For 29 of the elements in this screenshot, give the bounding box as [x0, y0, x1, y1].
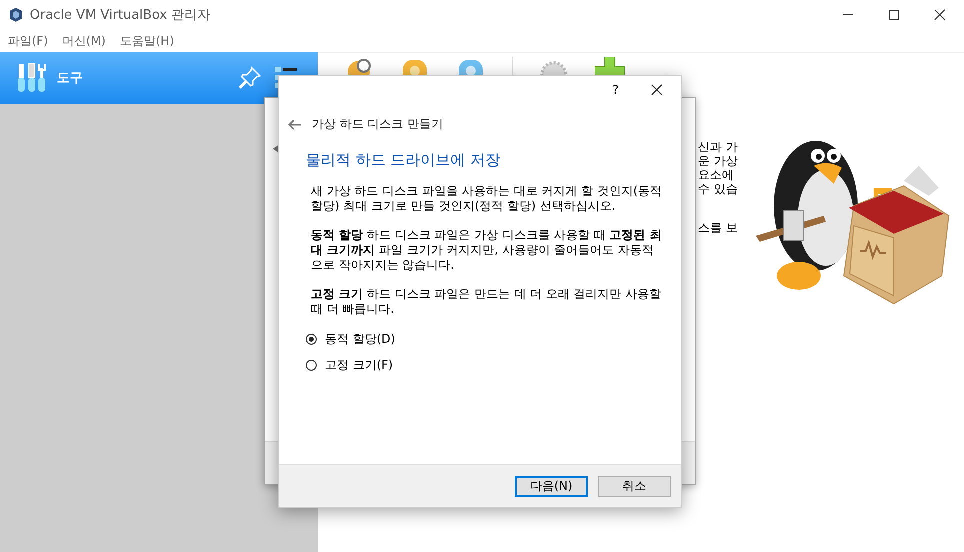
menu-item[interactable]: 파일(F) — [8, 32, 48, 50]
welcome-text: 스를 보 — [698, 221, 738, 235]
welcome-text: 수 있습 — [698, 182, 738, 196]
close-icon[interactable] — [651, 84, 663, 96]
sidebar-label: 도구 — [57, 70, 83, 87]
page-heading: 물리적 하드 드라이브에 저장 — [306, 151, 502, 170]
welcome-text: 요소에 — [698, 168, 735, 182]
radio-label[interactable]: 동적 할당(D) — [325, 331, 396, 348]
welcome-text: 운 가상 — [698, 154, 738, 168]
radio-button[interactable] — [306, 334, 317, 345]
close-icon[interactable] — [934, 9, 946, 21]
next-button[interactable]: 다음(N) — [515, 476, 588, 496]
app-logo-icon — [8, 7, 24, 23]
window-title: Oracle VM VirtualBox 관리자 — [30, 7, 210, 24]
description-text: 동적 할당 하드 디스크 파일은 가상 디스크를 사용할 때 고정된 최대 크기까지 파일 크기가 커지지만, 사용량이 줄어들어도 자동적으로 작아지지는 않습니다. — [311, 228, 663, 273]
cancel-button[interactable]: 취소 — [598, 476, 671, 496]
radio-label[interactable]: 고정 크기(F) — [325, 357, 394, 374]
dialog-title: 가상 하드 디스크 만들기 — [312, 116, 444, 133]
menu-item[interactable]: 머신(M) — [62, 32, 106, 50]
welcome-text: 신과 가 — [698, 140, 738, 154]
description-text: 새 가상 하드 디스크 파일을 사용하는 대로 커지게 할 것인지(동적 할당) 최대 크기로 만들 것인지(정적 할당) 선택하십시오. — [311, 184, 664, 214]
maximize-icon[interactable] — [888, 9, 900, 21]
pin-icon[interactable] — [238, 66, 262, 90]
menu-item[interactable]: 도움말(H) — [120, 32, 174, 50]
back-arrow-icon[interactable] — [288, 118, 302, 130]
radio-button[interactable] — [306, 360, 317, 371]
description-text: 고정 크기 하드 디스크 파일은 만드는 데 더 오래 걸리지만 사용할 때 더 빠릅니다. — [311, 287, 663, 317]
tools-icon — [17, 62, 47, 94]
help-button[interactable]: ? — [612, 83, 619, 97]
